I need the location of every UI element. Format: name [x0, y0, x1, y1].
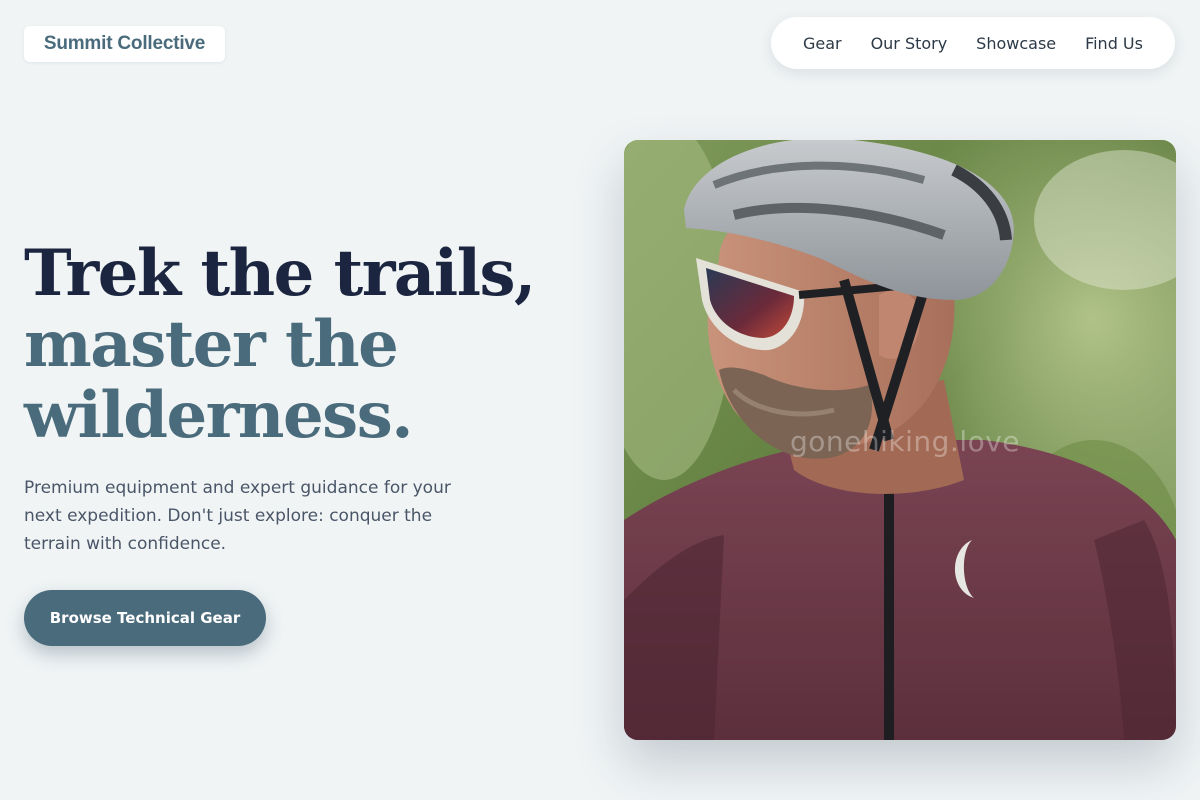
brand-logo[interactable]: Summit Collective: [24, 26, 225, 62]
browse-gear-button[interactable]: Browse Technical Gear: [24, 590, 266, 646]
nav-link-find-us[interactable]: Find Us: [1085, 34, 1143, 53]
hero-image-cyclist: gonehiking.love: [624, 140, 1176, 740]
hero-subtitle: Premium equipment and expert guidance fo…: [24, 478, 451, 554]
hero-headline: Trek the trails, master the wilderness.: [24, 238, 584, 451]
landing-page: Summit Collective Gear Our Story Showcas…: [0, 0, 1200, 800]
headline-line-1: Trek the trails,: [24, 236, 536, 311]
nav-link-gear[interactable]: Gear: [803, 34, 842, 53]
nav-link-our-story[interactable]: Our Story: [871, 34, 948, 53]
nav-link-showcase[interactable]: Showcase: [976, 34, 1056, 53]
headline-line-2: master the: [24, 307, 399, 382]
headline-line-3: wilderness.: [24, 378, 414, 453]
image-watermark: gonehiking.love: [790, 425, 1021, 458]
main-nav: Gear Our Story Showcase Find Us: [771, 17, 1175, 69]
